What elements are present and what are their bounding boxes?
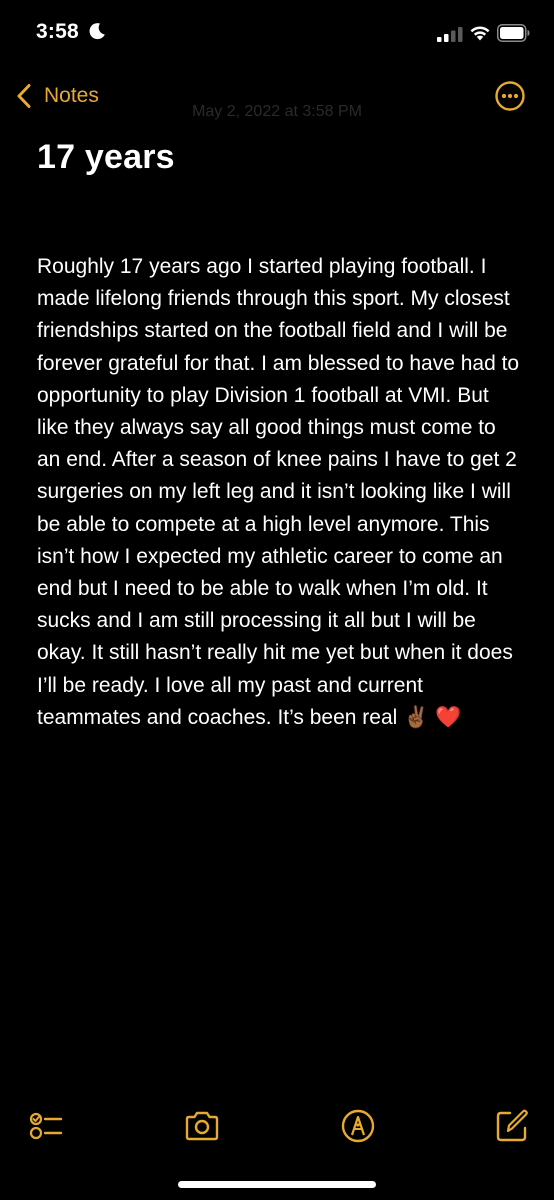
note-date: May 2, 2022 at 3:58 PM: [192, 103, 362, 120]
home-indicator[interactable]: [178, 1181, 376, 1188]
cellular-signal-icon: [437, 27, 463, 42]
checklist-icon[interactable]: [28, 1108, 64, 1144]
status-time: 3:58: [36, 20, 79, 43]
status-bar: 3:58: [0, 0, 554, 64]
markup-pen-icon[interactable]: [340, 1108, 376, 1144]
bottom-toolbar: [0, 1100, 554, 1150]
wifi-icon: [470, 26, 490, 41]
note-title[interactable]: 17 years: [37, 138, 175, 177]
compose-icon[interactable]: [494, 1108, 530, 1144]
camera-icon[interactable]: [184, 1108, 220, 1144]
battery-icon: [497, 24, 530, 42]
focus-moon-icon: [89, 23, 105, 40]
note-body[interactable]: Roughly 17 years ago I started playing f…: [37, 251, 521, 734]
